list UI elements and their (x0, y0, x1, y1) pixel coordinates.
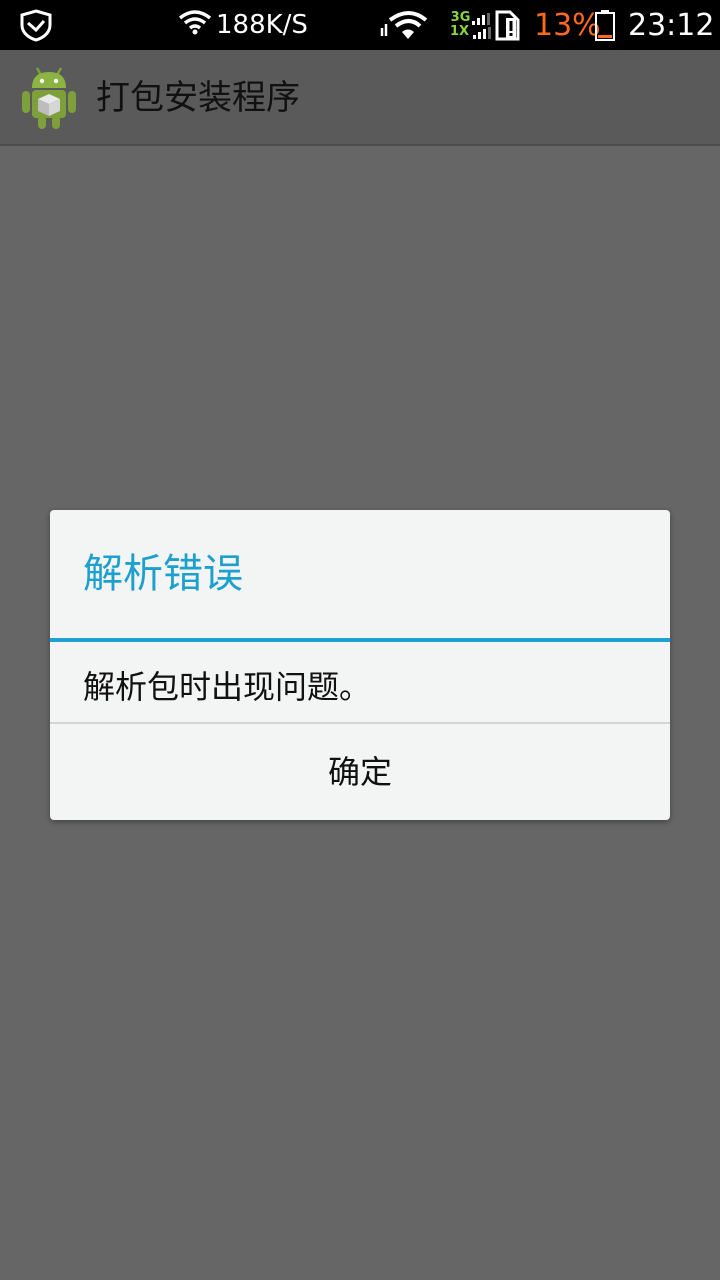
signal-icon: 3G 1X (450, 0, 492, 50)
wifi-icon (178, 9, 212, 42)
shield-icon (18, 0, 54, 50)
wifi-icon (380, 0, 428, 50)
clock: 23:12 (628, 7, 715, 43)
battery-percent: 13% (534, 7, 601, 43)
dialog-title: 解析错误 (83, 551, 243, 597)
ok-button[interactable]: 确定 (50, 724, 670, 820)
status-bar: 188K/S 3G 1X 13% 23:12 (0, 0, 720, 50)
net-speed: 188K/S (178, 0, 308, 50)
sim-alert-icon (494, 0, 522, 50)
app-title: 打包安装程序 (96, 78, 300, 118)
network-1x-label: 1X (450, 24, 470, 39)
action-bar: 打包安装程序 (0, 50, 720, 146)
android-package-icon (20, 66, 78, 130)
net-speed-text: 188K/S (216, 10, 308, 40)
error-dialog: 解析错误 解析包时出现问题。 确定 (50, 510, 670, 820)
network-3g-label: 3G (450, 10, 471, 25)
battery-icon (594, 0, 616, 50)
dialog-message: 解析包时出现问题。 (83, 668, 372, 706)
